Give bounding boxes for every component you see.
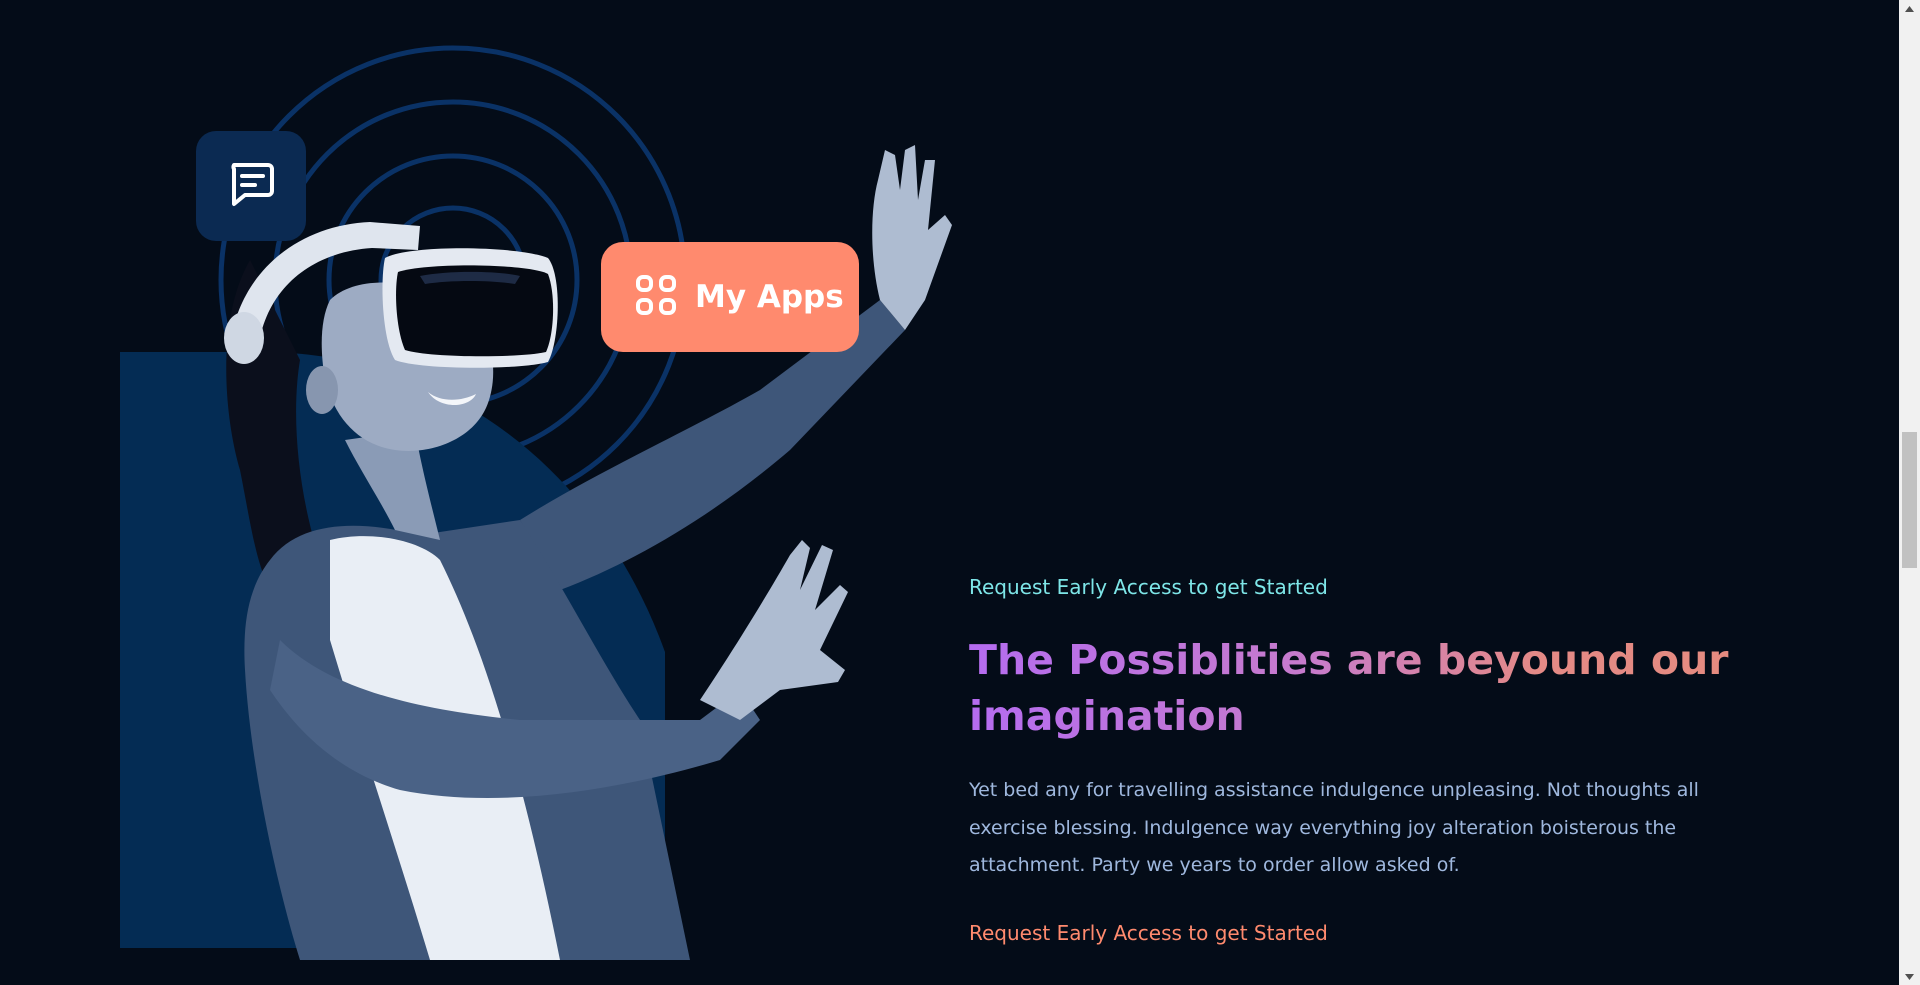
chat-badge[interactable] bbox=[196, 131, 306, 241]
request-access-link[interactable]: Request Early Access to get Started bbox=[969, 921, 1328, 945]
vertical-scrollbar[interactable] bbox=[1899, 0, 1920, 985]
scroll-up-arrow-icon[interactable] bbox=[1899, 0, 1920, 17]
apps-grid-icon bbox=[635, 274, 677, 320]
hero-visual: My Apps bbox=[0, 0, 960, 985]
chat-bubble-icon bbox=[225, 158, 277, 214]
vr-person-illustration bbox=[224, 145, 952, 960]
page: My Apps Request Early Access to get Star… bbox=[0, 0, 1920, 985]
scroll-down-arrow-icon[interactable] bbox=[1899, 968, 1920, 985]
eyebrow-text: Request Early Access to get Started bbox=[969, 575, 1328, 599]
hero-content: Request Early Access to get Started The … bbox=[969, 570, 1789, 945]
hero-description: Yet bed any for travelling assistance in… bbox=[969, 779, 1699, 876]
my-apps-label: My Apps bbox=[695, 279, 844, 315]
hero-headline: The Possiblities are beyound our imagina… bbox=[969, 632, 1729, 744]
my-apps-badge[interactable]: My Apps bbox=[601, 242, 859, 352]
scroll-thumb[interactable] bbox=[1902, 432, 1917, 568]
